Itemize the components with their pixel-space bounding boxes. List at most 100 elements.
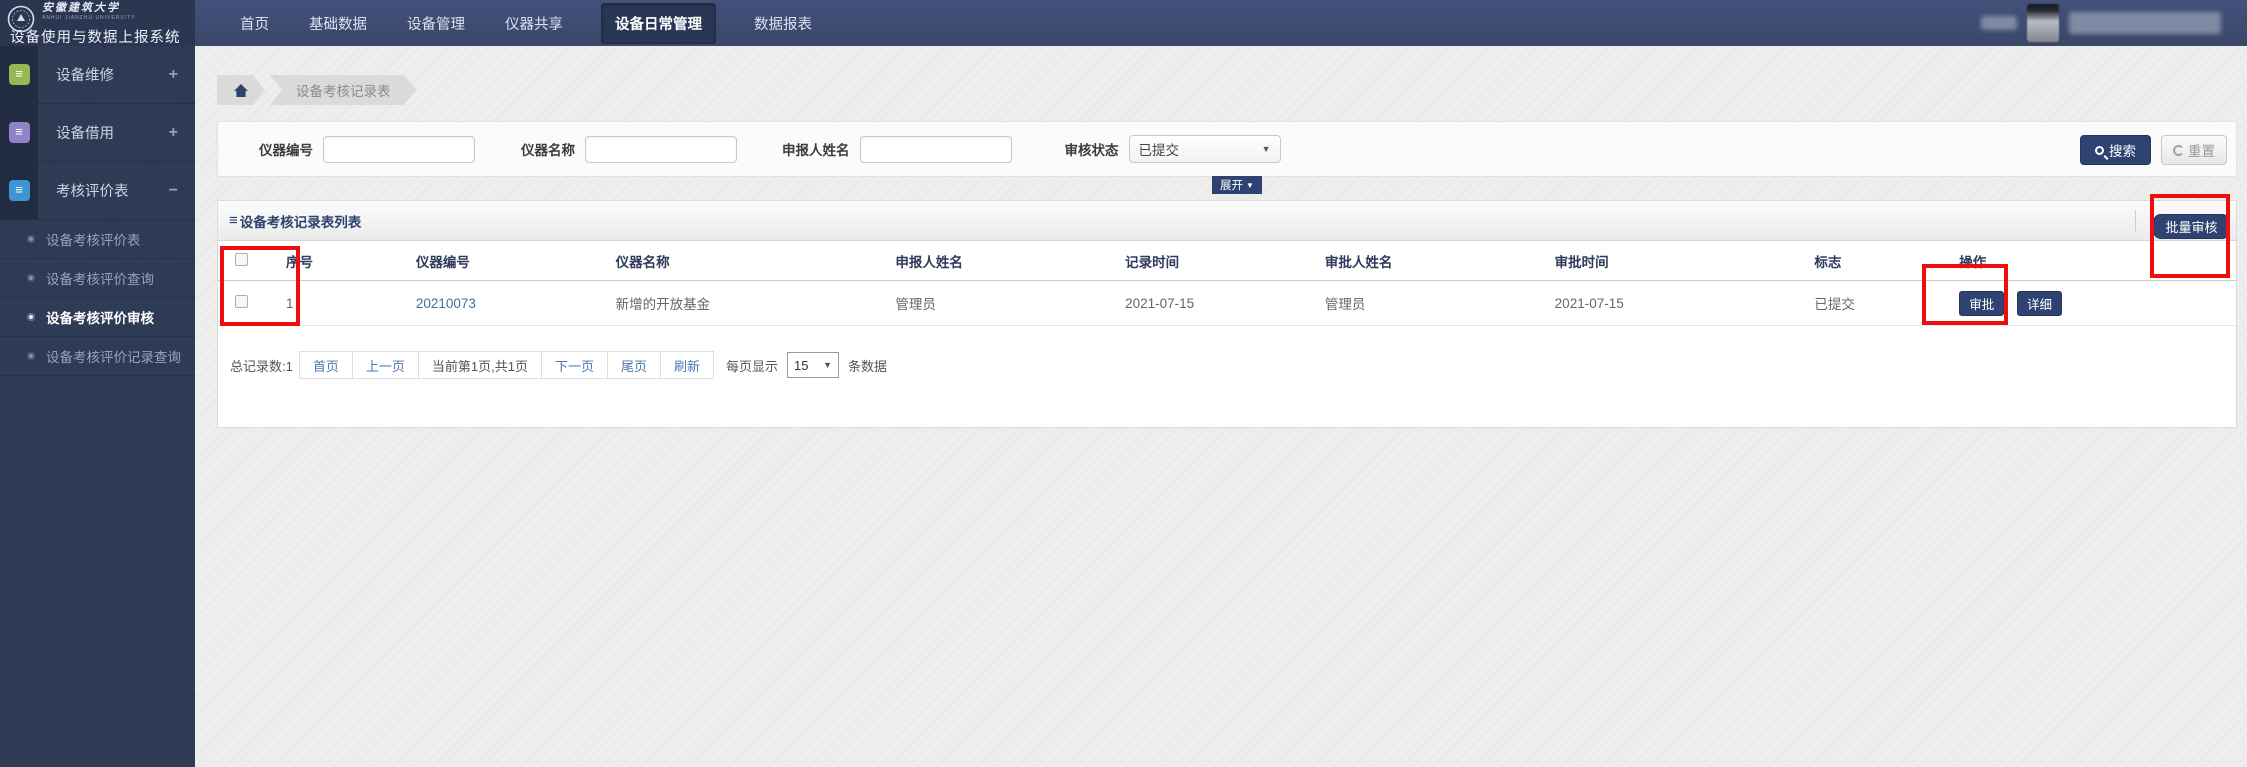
record-list-panel: ≡ 设备考核记录表列表 批量审核 序号 仪器编号 仪器名称 申报人姓名 记录时间… bbox=[217, 200, 2237, 428]
prev-page-button[interactable]: 上一页 bbox=[351, 351, 419, 379]
sidebar-item-evaluation-query[interactable]: 设备考核评价查询 bbox=[0, 259, 195, 298]
field-applicant-name: 申报人姓名 bbox=[782, 135, 1012, 163]
sidebar-group-evaluation[interactable]: ≡ 考核评价表 − bbox=[0, 162, 195, 220]
collapse-minus-icon[interactable]: − bbox=[169, 182, 178, 200]
sidebar-subitem-label: 设备考核评价记录查询 bbox=[46, 350, 181, 365]
table-row: 1 20210073 新增的开放基金 管理员 2021-07-15 管理员 20… bbox=[218, 281, 2236, 326]
detail-button[interactable]: 详细 bbox=[2017, 290, 2063, 316]
select-all-checkbox[interactable] bbox=[235, 252, 248, 266]
list-panel-header: ≡ 设备考核记录表列表 批量审核 bbox=[218, 201, 2236, 241]
table-header-row: 序号 仪器编号 仪器名称 申报人姓名 记录时间 审批人姓名 审批时间 标志 操作 bbox=[218, 241, 2236, 281]
reset-button[interactable]: 重置 bbox=[2161, 135, 2227, 165]
cell-approver: 管理员 bbox=[1324, 297, 1366, 312]
sidebar-subitem-label: 设备考核评价表 bbox=[46, 233, 141, 248]
hamburger-purple-icon: ≡ bbox=[8, 122, 30, 143]
nav-item-data-report[interactable]: 数据报表 bbox=[752, 4, 814, 43]
hamburger-blue-icon: ≡ bbox=[8, 180, 30, 201]
bullet-icon bbox=[27, 352, 35, 360]
cell-record-time: 2021-07-15 bbox=[1125, 295, 1195, 311]
evaluation-iconbox: ≡ bbox=[0, 162, 38, 219]
pagination-group: 首页 上一页 当前第1页,共1页 下一页 尾页 刷新 bbox=[298, 351, 714, 379]
search-icon bbox=[2095, 145, 2104, 155]
cell-status: 已提交 bbox=[1814, 297, 1855, 312]
expand-search-button[interactable]: 展开 ▼ bbox=[1212, 176, 1262, 194]
sidebar-subitem-label: 设备考核评价查询 bbox=[46, 272, 154, 287]
device-name-label: 仪器名称 bbox=[521, 143, 575, 158]
review-status-select[interactable]: 已提交 ▼ bbox=[1128, 135, 1281, 163]
search-panel: 仪器编号 仪器名称 申报人姓名 审核状态 已提交 ▼ 搜索 重置 bbox=[217, 121, 2237, 177]
sidebar-group-label: 考核评价表 bbox=[56, 184, 129, 200]
nav-item-daily-mgmt-active[interactable]: 设备日常管理 bbox=[601, 2, 716, 44]
per-page-select[interactable]: 15 ▼ bbox=[787, 352, 840, 378]
device-code-link[interactable]: 20210073 bbox=[416, 296, 476, 311]
sidebar: ≡ 设备维修 + ≡ 设备借用 + ≡ 考核评价表 − 设备考核评价表 设备考核… bbox=[0, 46, 195, 767]
field-review-status: 审核状态 已提交 ▼ bbox=[1065, 135, 1281, 163]
home-icon bbox=[233, 83, 249, 98]
nav-item-basic-data[interactable]: 基础数据 bbox=[307, 4, 369, 43]
header-device-name: 仪器名称 bbox=[615, 254, 670, 270]
sidebar-item-evaluation-review-active[interactable]: 设备考核评价审核 bbox=[0, 298, 195, 337]
university-name: 安徽建筑大学 bbox=[42, 2, 120, 14]
review-status-value: 已提交 bbox=[1138, 143, 1180, 158]
sidebar-group-label: 设备借用 bbox=[56, 126, 114, 142]
user-area bbox=[1981, 0, 2221, 46]
per-page-suffix-label: 条数据 bbox=[848, 358, 888, 374]
bullet-icon bbox=[27, 313, 35, 321]
list-panel-title: 设备考核记录表列表 bbox=[239, 214, 362, 230]
sidebar-item-evaluation-record-query[interactable]: 设备考核评价记录查询 bbox=[0, 337, 195, 376]
header-applicant: 申报人姓名 bbox=[895, 254, 963, 270]
bullet-icon bbox=[27, 235, 35, 243]
current-page-info: 当前第1页,共1页 bbox=[417, 351, 542, 379]
top-nav-menu: 首页 基础数据 设备管理 仪器共享 设备日常管理 数据报表 bbox=[238, 0, 814, 46]
search-button[interactable]: 搜索 bbox=[2080, 135, 2151, 165]
nav-item-home[interactable]: 首页 bbox=[238, 4, 271, 43]
nav-item-device-mgmt[interactable]: 设备管理 bbox=[405, 4, 467, 43]
header-approver: 审批人姓名 bbox=[1324, 254, 1393, 270]
sidebar-submenu: 设备考核评价表 设备考核评价查询 设备考核评价审核 设备考核评价记录查询 bbox=[0, 220, 195, 376]
next-page-button[interactable]: 下一页 bbox=[540, 351, 608, 379]
device-borrow-iconbox: ≡ bbox=[0, 104, 38, 161]
cell-approve-time: 2021-07-15 bbox=[1554, 295, 1624, 311]
app-logo: 安徽建筑大学 ANHUI JIANZHU UNIVERSITY 设备使用与数据上… bbox=[0, 0, 195, 46]
sidebar-group-device-borrow[interactable]: ≡ 设备借用 + bbox=[0, 104, 195, 162]
user-name-blurred[interactable] bbox=[2069, 12, 2221, 34]
pagination: 总记录数:1 首页 上一页 当前第1页,共1页 下一页 尾页 刷新 每页显示 1… bbox=[230, 351, 887, 379]
device-code-label: 仪器编号 bbox=[259, 143, 313, 158]
sidebar-item-evaluation-form[interactable]: 设备考核评价表 bbox=[0, 220, 195, 259]
row-checkbox[interactable] bbox=[235, 295, 248, 308]
chevron-down-icon: ▼ bbox=[1246, 180, 1254, 190]
breadcrumb-home[interactable] bbox=[217, 75, 265, 105]
nav-item-instrument-share[interactable]: 仪器共享 bbox=[503, 4, 565, 43]
device-repair-iconbox: ≡ bbox=[0, 46, 38, 103]
refresh-button[interactable]: 刷新 bbox=[659, 351, 714, 379]
breadcrumb-current: 设备考核记录表 bbox=[270, 75, 417, 105]
review-button[interactable]: 审批 bbox=[1959, 290, 2005, 316]
top-navbar: 安徽建筑大学 ANHUI JIANZHU UNIVERSITY 设备使用与数据上… bbox=[0, 0, 2247, 46]
device-code-input[interactable] bbox=[323, 135, 475, 163]
university-crest-icon bbox=[7, 5, 35, 33]
user-avatar[interactable] bbox=[2027, 4, 2059, 42]
first-page-button[interactable]: 首页 bbox=[298, 351, 353, 379]
device-name-input[interactable] bbox=[585, 135, 737, 163]
last-page-button[interactable]: 尾页 bbox=[606, 351, 661, 379]
header-seq: 序号 bbox=[285, 254, 313, 270]
header-approve-time: 审批时间 bbox=[1554, 254, 1609, 270]
review-status-label: 审核状态 bbox=[1064, 143, 1119, 158]
sidebar-subitem-label: 设备考核评价审核 bbox=[46, 311, 154, 326]
chevron-down-icon: ▼ bbox=[823, 360, 833, 370]
total-records-label: 总记录数:1 bbox=[230, 358, 293, 374]
expand-plus-icon[interactable]: + bbox=[169, 124, 178, 142]
cell-device-name: 新增的开放基金 bbox=[615, 297, 711, 312]
sidebar-group-device-repair[interactable]: ≡ 设备维修 + bbox=[0, 46, 195, 104]
field-device-name: 仪器名称 bbox=[521, 135, 737, 163]
applicant-name-input[interactable] bbox=[859, 135, 1012, 163]
per-page-prefix-label: 每页显示 bbox=[726, 358, 779, 374]
header-actions: 操作 bbox=[1959, 254, 1987, 270]
user-label-blurred bbox=[1981, 16, 2017, 30]
batch-review-button[interactable]: 批量审核 bbox=[2153, 214, 2230, 239]
search-button-label: 搜索 bbox=[2109, 144, 2136, 159]
chevron-down-icon: ▼ bbox=[1261, 144, 1271, 154]
list-icon: ≡ bbox=[229, 212, 238, 229]
header-device-code: 仪器编号 bbox=[415, 254, 470, 270]
expand-plus-icon[interactable]: + bbox=[169, 66, 178, 84]
